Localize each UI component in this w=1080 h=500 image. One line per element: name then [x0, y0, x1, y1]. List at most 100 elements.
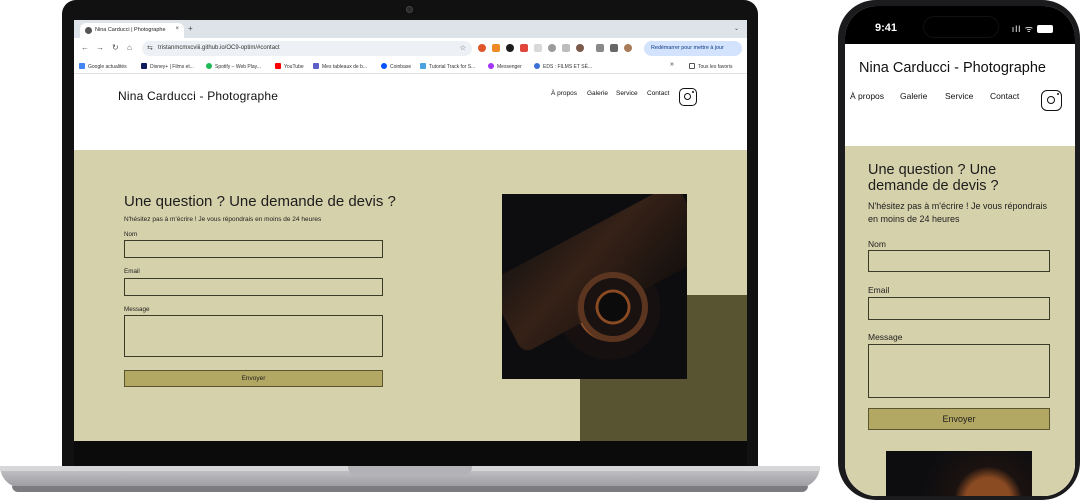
phone-screen: 9:41 ıll ᯤ Nina Carducci - Photographe À… [845, 6, 1075, 496]
address-bar[interactable]: ⇆ tristanmcmxcviii.github.io/OC9-optim/#… [142, 41, 472, 56]
forward-arrow-icon[interactable]: → [96, 43, 104, 52]
name-field[interactable] [868, 250, 1050, 272]
extension-metamask-icon[interactable] [492, 44, 500, 52]
submit-button[interactable]: Envoyer [124, 370, 383, 387]
site-brand-title[interactable]: Nina Carducci - Photographe [859, 60, 1046, 76]
site-info-icon[interactable]: ⇆ [147, 44, 153, 52]
dashboard-icon [313, 63, 319, 69]
bookmarks-overflow-icon[interactable]: » [670, 61, 674, 68]
instagram-lens [1046, 95, 1055, 104]
phone-website: Nina Carducci - Photographe À propos Gal… [845, 44, 1075, 496]
nav-link-contact[interactable]: Contact [990, 91, 1019, 101]
nav-link-about[interactable]: À propos [850, 91, 884, 101]
nav-link-service[interactable]: Service [616, 90, 638, 97]
instagram-dot [692, 91, 694, 93]
laptop-trackpad-notch [348, 466, 472, 475]
laptop-bottom-bezel [74, 441, 747, 466]
side-panel-icon[interactable] [610, 44, 618, 52]
folder-icon [689, 63, 695, 69]
reload-icon[interactable]: ↻ [112, 43, 119, 52]
tutorial-track-icon [420, 63, 426, 69]
coinbase-icon [381, 63, 387, 69]
spotify-icon [206, 63, 212, 69]
bookmark-item[interactable]: Tutorial Track for S... [420, 63, 475, 70]
instagram-icon[interactable] [679, 88, 697, 106]
contact-heading: Une question ? Une demande de devis ? [868, 162, 999, 194]
bookmarks-bar: Google actualités Disney+ | Films et... … [74, 60, 747, 74]
media-control-icon[interactable] [596, 44, 604, 52]
message-textarea[interactable] [124, 315, 383, 357]
phone-status-bar: 9:41 ıll ᯤ [845, 6, 1075, 44]
address-url: tristanmcmxcviii.github.io/OC9-optim/#co… [158, 45, 280, 51]
camera-lens-shape [578, 272, 648, 342]
website-viewport: Nina Carducci - Photographe À propos Gal… [74, 74, 747, 441]
site-brand-title[interactable]: Nina Carducci - Photographe [118, 89, 278, 103]
extension-dark-icon[interactable] [506, 44, 514, 52]
contact-lead: N'hésitez pas à m'écrire ! Je vous répon… [124, 216, 322, 223]
device-mockup-scene: Nina Carducci | Photographe × + ⌄ ← → ↻ … [0, 0, 1080, 500]
back-arrow-icon[interactable]: ← [81, 43, 89, 52]
tab-search-chevron-icon[interactable]: ⌄ [734, 25, 739, 32]
profile-avatar-icon[interactable] [576, 44, 584, 52]
nav-link-about[interactable]: À propos [551, 90, 577, 97]
account-avatar-icon[interactable] [624, 44, 632, 52]
instagram-icon[interactable] [1041, 90, 1062, 111]
extension-adblock-icon[interactable] [478, 44, 486, 52]
email-field[interactable] [124, 278, 383, 296]
home-icon[interactable]: ⌂ [127, 43, 132, 52]
nav-link-gallery[interactable]: Galerie [587, 90, 608, 97]
tab-favicon-icon [85, 27, 92, 34]
message-label: Message [868, 332, 903, 342]
nav-link-contact[interactable]: Contact [647, 90, 669, 97]
message-textarea[interactable] [868, 344, 1050, 398]
contact-section: Une question ? Une demande de devis ? N'… [845, 146, 1075, 496]
extension-puzzle-icon[interactable] [562, 44, 570, 52]
submit-button[interactable]: Envoyer [868, 408, 1050, 430]
nav-link-gallery[interactable]: Galerie [900, 91, 927, 101]
laptop-camera [406, 6, 413, 13]
email-label: Email [124, 268, 140, 275]
bookmark-item[interactable]: Disney+ | Films et... [141, 63, 194, 70]
browser-tab-active[interactable]: Nina Carducci | Photographe × [80, 23, 184, 38]
name-label: Nom [868, 239, 886, 249]
name-label: Nom [124, 231, 138, 238]
dynamic-island [923, 16, 999, 38]
youtube-icon [275, 63, 281, 69]
eds-icon [534, 63, 540, 69]
extension-red-icon[interactable] [520, 44, 528, 52]
bookmark-item[interactable]: EDS : FILMS ET SÉ... [534, 63, 592, 70]
restart-to-update-button[interactable]: Redémarrer pour mettre à jour [644, 41, 742, 56]
disney-plus-icon [141, 63, 147, 69]
bookmark-item[interactable]: Google actualités [79, 63, 127, 70]
messenger-icon [488, 63, 494, 69]
bookmark-item[interactable]: Messenger [488, 63, 522, 70]
email-label: Email [868, 285, 890, 295]
signal-wifi-icon: ıll ᯤ [1012, 22, 1053, 35]
message-label: Message [124, 306, 150, 313]
email-field[interactable] [868, 297, 1050, 320]
laptop-foot [12, 486, 808, 492]
contact-lead: N'hésitez pas à m'écrire ! Je vous répon… [868, 201, 1048, 224]
google-news-icon [79, 63, 85, 69]
extension-camera-icon[interactable] [548, 44, 556, 52]
bookmark-item[interactable]: Coinbase [381, 63, 411, 70]
name-field[interactable] [124, 240, 383, 258]
bookmark-item[interactable]: Mes tableaux de b... [313, 63, 367, 70]
battery-icon [1037, 25, 1053, 33]
new-tab-icon[interactable]: + [188, 24, 193, 33]
bookmark-star-icon[interactable]: ☆ [460, 44, 466, 52]
status-time: 9:41 [875, 22, 898, 34]
browser-toolbar: ← → ↻ ⌂ ⇆ tristanmcmxcviii.github.io/OC9… [74, 38, 747, 60]
extension-grey-icon[interactable] [534, 44, 542, 52]
all-bookmarks-folder[interactable]: Tous les favoris [689, 63, 732, 70]
laptop-screen: Nina Carducci | Photographe × + ⌄ ← → ↻ … [74, 20, 747, 441]
contact-section: Une question ? Une demande de devis ? N'… [74, 150, 747, 441]
camera-photo [502, 194, 687, 379]
nav-link-service[interactable]: Service [945, 91, 973, 101]
bookmark-item[interactable]: Spotify – Web Play... [206, 63, 261, 70]
bookmark-item[interactable]: YouTube [275, 63, 304, 70]
tab-title: Nina Carducci | Photographe [95, 27, 166, 33]
contact-heading: Une question ? Une demande de devis ? [124, 193, 396, 210]
tab-close-icon[interactable]: × [175, 26, 179, 32]
instagram-dot [1056, 93, 1059, 96]
